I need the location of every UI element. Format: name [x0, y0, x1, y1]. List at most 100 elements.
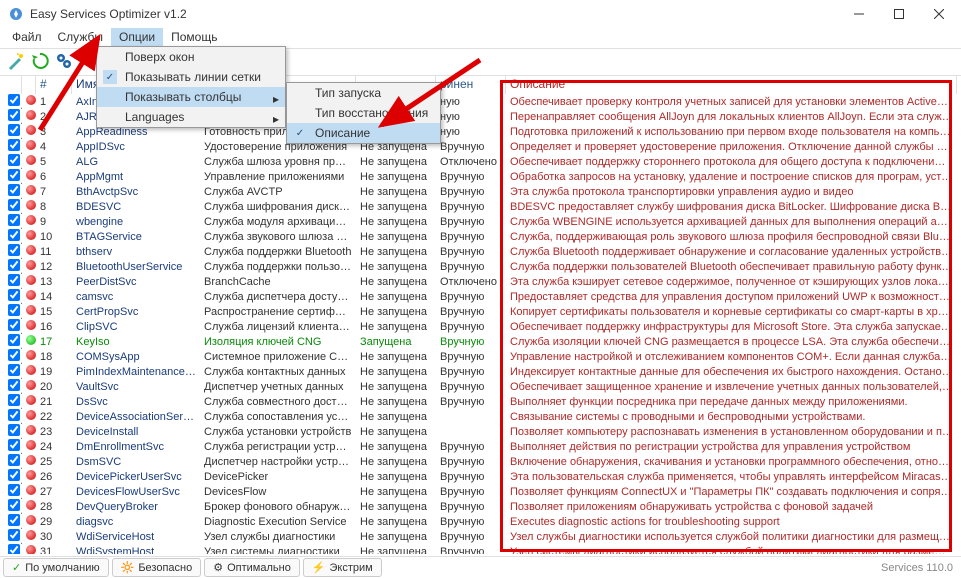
maximize-button[interactable]	[879, 0, 919, 28]
hdr-num[interactable]: #	[36, 76, 72, 94]
row-checkbox[interactable]	[8, 484, 20, 496]
row-num: 28	[36, 501, 72, 513]
row-checkbox[interactable]	[8, 199, 20, 211]
menu-options[interactable]: Опции	[111, 28, 163, 48]
table-row[interactable]: 21DsSvcСлужба совместного доступа …Не за…	[4, 394, 957, 409]
row-checkbox[interactable]	[8, 289, 20, 301]
menu-file[interactable]: Файл	[4, 28, 50, 48]
row-display: DevicePicker	[200, 471, 356, 483]
profile-extreme[interactable]: ⚡Экстрим	[303, 558, 382, 577]
row-checkbox[interactable]	[8, 379, 20, 391]
row-num: 25	[36, 456, 72, 468]
table-row[interactable]: 26DevicePickerUserSvcDevicePickerНе запу…	[4, 469, 957, 484]
row-name: DsSvc	[72, 396, 200, 408]
table-row[interactable]: 7BthAvctpSvcСлужба AVCTPНе запущенаВручн…	[4, 184, 957, 199]
table-row[interactable]: 17KeyIsoИзоляция ключей CNGЗапущенаВручн…	[4, 334, 957, 349]
profile-safe[interactable]: 🔆Безопасно	[112, 558, 202, 577]
row-checkbox[interactable]	[8, 139, 20, 151]
row-checkbox[interactable]	[8, 124, 20, 136]
row-checkbox[interactable]	[8, 544, 20, 554]
table-row[interactable]: 19PimIndexMaintenanceSvcСлужба контактны…	[4, 364, 957, 379]
opt-on-top[interactable]: Поверх окон	[97, 47, 285, 67]
menu-services[interactable]: Службы	[50, 28, 111, 48]
table-row[interactable]: 15CertPropSvcРаспространение сертификата…	[4, 304, 957, 319]
tool-refresh-icon[interactable]	[30, 51, 50, 74]
row-checkbox[interactable]	[8, 409, 20, 421]
row-checkbox[interactable]	[8, 259, 20, 271]
row-checkbox[interactable]	[8, 424, 20, 436]
table-row[interactable]: 8BDESVCСлужба шифрования дисков …Не запу…	[4, 199, 957, 214]
table-row[interactable]: 29diagsvcDiagnostic Execution ServiceНе …	[4, 514, 957, 529]
row-checkbox[interactable]	[8, 304, 20, 316]
row-checkbox[interactable]	[8, 499, 20, 511]
row-display: Служба контактных данных	[200, 366, 356, 378]
tool-wand-icon[interactable]	[6, 51, 26, 74]
row-checkbox[interactable]	[8, 319, 20, 331]
table-row[interactable]: 20VaultSvcДиспетчер учетных данныхНе зап…	[4, 379, 957, 394]
table-row[interactable]: 18COMSysAppСистемное приложение COM+Не з…	[4, 349, 957, 364]
minimize-button[interactable]	[839, 0, 879, 28]
row-checkbox[interactable]	[8, 184, 20, 196]
table-row[interactable]: 13PeerDistSvcBranchCacheНе запущенаОтклю…	[4, 274, 957, 289]
row-checkbox[interactable]	[8, 514, 20, 526]
profile-default[interactable]: ✓По умолчанию	[3, 558, 109, 577]
row-name: WdiSystemHost	[72, 546, 200, 555]
options-dropdown: Поверх окон ✓Показывать линии сетки Пока…	[96, 46, 286, 128]
row-display: Служба шлюза уровня прило…	[200, 156, 356, 168]
table-row[interactable]: 30WdiServiceHostУзел службы диагностикиН…	[4, 529, 957, 544]
status-dot-icon	[26, 110, 36, 120]
row-status: Не запущена	[356, 501, 436, 513]
col-recovery-type[interactable]: Тип восстановления	[287, 103, 440, 123]
opt-show-columns[interactable]: Показывать столбцы▸	[97, 87, 285, 107]
table-row[interactable]: 9wbengineСлужба модуля архивации н…Не за…	[4, 214, 957, 229]
table-row[interactable]: 10BTAGServiceСлужба звукового шлюза Blu……	[4, 229, 957, 244]
row-checkbox[interactable]	[8, 214, 20, 226]
menu-help[interactable]: Помощь	[163, 28, 225, 48]
col-startup-type[interactable]: Тип запуска	[287, 83, 440, 103]
row-checkbox[interactable]	[8, 109, 20, 121]
row-checkbox[interactable]	[8, 169, 20, 181]
row-checkbox[interactable]	[8, 469, 20, 481]
row-num: 31	[36, 546, 72, 555]
table-row[interactable]: 11bthservСлужба поддержки BluetoothНе за…	[4, 244, 957, 259]
row-desc: Выполняет действия по регистрации устрой…	[506, 441, 957, 453]
row-checkbox[interactable]	[8, 274, 20, 286]
row-checkbox[interactable]	[8, 454, 20, 466]
tool-settings-icon[interactable]	[54, 51, 74, 74]
profile-optimal[interactable]: ⚙Оптимально	[204, 558, 300, 577]
table-row[interactable]: 23DeviceInstallСлужба установки устройст…	[4, 424, 957, 439]
table-row[interactable]: 25DsmSVCДиспетчер настройки устрой…Не за…	[4, 454, 957, 469]
row-desc: Обеспечивает проверку контроля учетных з…	[506, 96, 957, 108]
row-checkbox[interactable]	[8, 334, 20, 346]
opt-grid-lines[interactable]: ✓Показывать линии сетки	[97, 67, 285, 87]
table-row[interactable]: 6AppMgmtУправление приложениямиНе запуще…	[4, 169, 957, 184]
table-row[interactable]: 24DmEnrollmentSvcСлужба регистрации устр…	[4, 439, 957, 454]
col-description[interactable]: ✓Описание	[287, 123, 440, 143]
row-checkbox[interactable]	[8, 244, 20, 256]
table-row[interactable]: 22DeviceAssociationServiceСлужба сопоста…	[4, 409, 957, 424]
table-row[interactable]: 14camsvсСлужба диспетчера доступа …Не за…	[4, 289, 957, 304]
row-checkbox[interactable]	[8, 364, 20, 376]
close-button[interactable]	[919, 0, 959, 28]
row-checkbox[interactable]	[8, 349, 20, 361]
row-checkbox[interactable]	[8, 94, 20, 106]
table-row[interactable]: 16ClipSVCСлужба лицензий клиента (Cl…Не …	[4, 319, 957, 334]
table-row[interactable]: 27DevicesFlowUserSvcDevicesFlowНе запуще…	[4, 484, 957, 499]
row-checkbox[interactable]	[8, 154, 20, 166]
table-row[interactable]: 31WdiSystemHostУзел системы диагностикиН…	[4, 544, 957, 554]
table-row[interactable]: 12BluetoothUserServiceСлужба поддержки п…	[4, 259, 957, 274]
row-startup: Вручную	[436, 291, 506, 303]
row-checkbox[interactable]	[8, 529, 20, 541]
row-display: Узел службы диагностики	[200, 531, 356, 543]
opt-languages[interactable]: Languages▸	[97, 107, 285, 127]
row-desc: Executes diagnostic actions for troubles…	[506, 516, 957, 528]
row-startup: ную	[436, 111, 506, 123]
hdr-startup[interactable]: ринен	[436, 76, 506, 94]
table-row[interactable]: 5ALGСлужба шлюза уровня прило…Не запущен…	[4, 154, 957, 169]
row-checkbox[interactable]	[8, 439, 20, 451]
row-checkbox[interactable]	[8, 229, 20, 241]
table-row[interactable]: 4AppIDSvcУдостоверение приложенияНе запу…	[4, 139, 957, 154]
table-row[interactable]: 28DevQueryBrokerБрокер фонового обнаруже…	[4, 499, 957, 514]
row-checkbox[interactable]	[8, 394, 20, 406]
hdr-desc[interactable]: Описание	[506, 76, 957, 94]
